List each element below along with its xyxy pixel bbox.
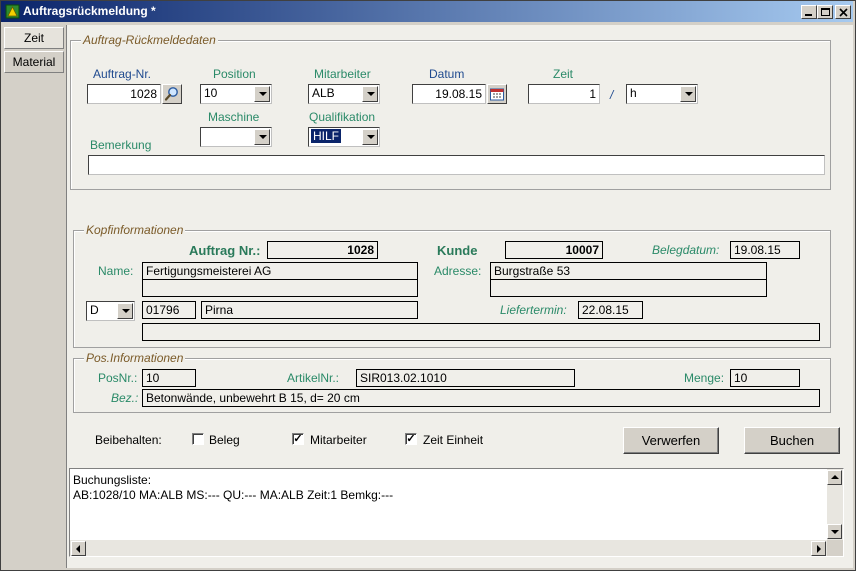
einheit-value: h <box>630 86 637 100</box>
zeit-einheit-checkbox-label[interactable]: Zeit Einheit <box>423 433 483 447</box>
land-value: D <box>90 303 99 317</box>
posinformationen-legend: Pos.Informationen <box>84 351 186 365</box>
arrow-right-icon <box>817 545 821 553</box>
mitarbeiter-label: Mitarbeiter <box>314 67 371 81</box>
arrow-up-icon <box>831 475 839 479</box>
datum-input[interactable]: 19.08.15 <box>412 84 486 104</box>
adresse-line1: Burgstraße 53 <box>490 262 767 280</box>
bemerkung-input[interactable] <box>88 155 825 175</box>
position-select[interactable]: 10 <box>200 84 272 104</box>
maschine-label: Maschine <box>208 110 260 124</box>
mitarbeiter-select[interactable]: ALB <box>308 84 380 104</box>
mitarbeiter-value: ALB <box>312 86 335 100</box>
auftrag-nr-input[interactable]: 1028 <box>87 84 161 104</box>
zeit-separator: / <box>610 88 614 102</box>
scroll-down-button[interactable] <box>827 524 842 539</box>
chevron-down-icon[interactable] <box>680 86 696 102</box>
artikelnr-label: ArtikelNr.: <box>287 371 340 385</box>
menge-label: Menge: <box>684 371 725 385</box>
calendar-button[interactable] <box>487 84 507 104</box>
chevron-down-icon[interactable] <box>362 129 378 145</box>
belegdatum-value: 19.08.15 <box>730 241 800 259</box>
close-icon <box>839 8 848 17</box>
tab-zeit-label: Zeit <box>23 31 44 45</box>
verwerfen-button[interactable]: Verwerfen <box>623 427 719 454</box>
artikelnr-value: SIR013.02.1010 <box>356 369 575 387</box>
title-bar[interactable]: Auftragsrückmeldung * <box>1 1 853 22</box>
qualifikation-select[interactable]: HILF <box>308 127 380 147</box>
name-line2 <box>142 279 418 297</box>
land-select[interactable]: D <box>86 301 135 321</box>
calendar-icon <box>490 88 504 101</box>
belegdatum-label: Belegdatum: <box>652 243 720 257</box>
maximize-button[interactable] <box>817 5 833 19</box>
mitarbeiter-checkbox-label[interactable]: Mitarbeiter <box>310 433 367 447</box>
minimize-icon <box>805 14 812 16</box>
name-line1: Fertigungsmeisterei AG <box>142 262 418 280</box>
liefertermin-label: Liefertermin: <box>500 303 567 317</box>
liefertermin-value: 22.08.15 <box>578 301 643 319</box>
search-icon <box>164 87 178 101</box>
search-button[interactable] <box>162 84 182 104</box>
posnr-value: 10 <box>142 369 196 387</box>
adresse-line2 <box>490 279 767 297</box>
ort-value: Pirna <box>201 301 418 319</box>
maschine-select[interactable] <box>200 127 272 147</box>
mitarbeiter-checkbox[interactable]: ✓ <box>292 433 304 445</box>
kopf-auftrag-label: Auftrag Nr.: <box>189 243 261 258</box>
zeit-label: Zeit <box>553 67 574 81</box>
name-label: Name: <box>98 264 134 278</box>
kunde-label: Kunde <box>437 243 478 258</box>
horizontal-scrollbar[interactable] <box>70 540 827 556</box>
beibehalten-label: Beibehalten: <box>95 433 162 447</box>
bemerkung-label: Bemerkung <box>90 138 152 152</box>
scrollbar-corner <box>827 540 843 556</box>
kopf-extra-field <box>142 323 820 341</box>
buchen-button[interactable]: Buchen <box>744 427 840 454</box>
scroll-right-button[interactable] <box>811 541 826 556</box>
qualifikation-value: HILF <box>311 129 342 143</box>
arrow-left-icon <box>76 545 80 553</box>
bez-value: Betonwände, unbewehrt B 15, d= 20 cm <box>142 389 820 407</box>
window-title: Auftragsrückmeldung * <box>23 4 156 18</box>
tab-material-label: Material <box>12 55 56 69</box>
kopfinformationen-legend: Kopfinformationen <box>84 223 186 237</box>
maximize-icon <box>821 8 830 16</box>
qualifikation-label: Qualifikation <box>309 110 376 124</box>
buchungsliste-title: Buchungsliste: <box>73 473 152 487</box>
close-button[interactable] <box>835 5 851 19</box>
buchungsliste-entry: AB:1028/10 MA:ALB MS:--- QU:--- MA:ALB Z… <box>73 488 394 502</box>
rueckmeldedaten-legend: Auftrag-Rückmeldedaten <box>81 33 218 47</box>
scroll-up-button[interactable] <box>827 470 842 485</box>
tab-material[interactable]: Material <box>4 51 64 73</box>
minimize-button[interactable] <box>801 5 817 19</box>
kopf-auftrag-value: 1028 <box>267 241 378 259</box>
scroll-left-button[interactable] <box>71 541 86 556</box>
plz-value: 01796 <box>142 301 196 319</box>
position-value: 10 <box>204 86 218 100</box>
zeit-einheit-checkbox[interactable]: ✓ <box>405 433 417 445</box>
einheit-select[interactable]: h <box>626 84 698 104</box>
tab-zeit[interactable]: Zeit <box>4 27 64 49</box>
arrow-down-icon <box>831 530 839 534</box>
menge-value: 10 <box>730 369 800 387</box>
beleg-checkbox[interactable] <box>192 433 204 445</box>
position-label: Position <box>213 67 256 81</box>
zeit-input[interactable]: 1 <box>528 84 600 104</box>
app-icon <box>5 4 20 19</box>
kunde-value: 10007 <box>505 241 603 259</box>
posnr-label: PosNr.: <box>98 371 138 385</box>
adresse-label: Adresse: <box>434 264 482 278</box>
chevron-down-icon[interactable] <box>362 86 378 102</box>
beleg-checkbox-label[interactable]: Beleg <box>209 433 240 447</box>
bez-label: Bez.: <box>111 391 139 405</box>
chevron-down-icon[interactable] <box>254 86 270 102</box>
chevron-down-icon[interactable] <box>117 303 133 319</box>
datum-label: Datum <box>429 67 465 81</box>
auftrag-nr-label: Auftrag-Nr. <box>93 67 152 81</box>
buchungsliste-box[interactable]: Buchungsliste: AB:1028/10 MA:ALB MS:--- … <box>69 468 844 557</box>
chevron-down-icon[interactable] <box>254 129 270 145</box>
